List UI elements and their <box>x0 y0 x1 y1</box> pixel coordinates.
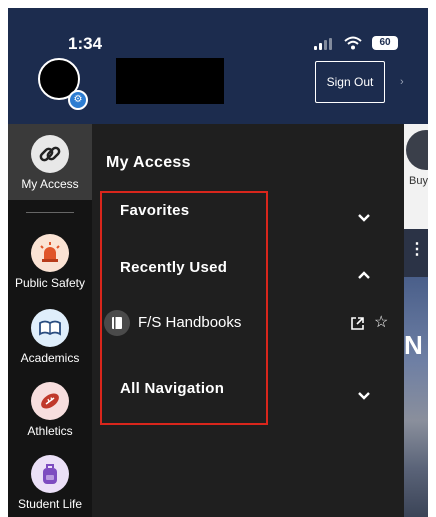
sign-out-button[interactable]: Sign Out <box>315 61 385 103</box>
background-photo <box>404 277 428 517</box>
all-navigation-section-toggle[interactable]: All Navigation <box>120 380 224 397</box>
handbook-icon <box>104 310 130 336</box>
wifi-icon <box>344 36 362 50</box>
sidebar-item-athletics[interactable]: Athletics <box>8 382 92 438</box>
star-icon[interactable]: ☆ <box>374 312 388 332</box>
status-bar: 1:34 60 <box>8 8 428 53</box>
list-item[interactable]: F/S Handbooks ☆ <box>104 304 400 344</box>
sidebar-item-label: Athletics <box>27 424 73 438</box>
phone-screen: 1:34 60 ⚙ Sign Out › Buy ⋮ N My Access P… <box>8 8 428 517</box>
chevron-up-icon[interactable] <box>356 267 372 283</box>
football-icon <box>31 382 69 420</box>
backpack-icon <box>31 455 69 493</box>
background-buy-label: Buy <box>409 175 428 187</box>
background-page: Buy ⋮ N <box>404 52 428 517</box>
external-link-icon[interactable] <box>350 316 365 331</box>
my-access-menu: My Access Favorites Recently Used F/S Ha… <box>92 124 404 517</box>
battery-indicator: 60 <box>372 36 398 50</box>
status-time: 1:34 <box>68 34 103 53</box>
sidebar-item-label: Academics <box>20 351 80 365</box>
sidebar-item-student-life[interactable]: Student Life <box>8 455 92 511</box>
chevron-down-icon[interactable] <box>356 388 372 404</box>
chevron-down-icon[interactable] <box>356 210 372 226</box>
sidebar-item-label: My Access <box>21 177 79 191</box>
more-dots-icon: ⋮ <box>409 241 425 258</box>
siren-icon <box>31 234 69 272</box>
background-banner-letter: N <box>404 330 423 360</box>
sidebar-divider <box>26 212 74 213</box>
sidebar-item-academics[interactable]: Academics <box>8 309 92 365</box>
sidebar-item-label: Student Life <box>17 497 83 511</box>
list-item-label: F/S Handbooks <box>138 314 242 331</box>
book-icon <box>31 309 69 347</box>
favorites-section-toggle[interactable]: Favorites <box>120 202 189 219</box>
sidebar-item-public-safety[interactable]: Public Safety <box>8 234 92 290</box>
sidebar-item-label: Public Safety <box>14 276 86 290</box>
redacted-user-name <box>116 58 224 104</box>
category-sidebar: My Access Public Safety Academics Athlet… <box>8 124 92 517</box>
recently-used-section-toggle[interactable]: Recently Used <box>120 259 227 276</box>
settings-gear-icon[interactable]: ⚙ <box>68 90 88 110</box>
sidebar-item-my-access[interactable]: My Access <box>8 124 92 200</box>
link-icon <box>31 135 69 173</box>
signal-icon <box>314 38 334 50</box>
menu-title: My Access <box>106 154 191 171</box>
